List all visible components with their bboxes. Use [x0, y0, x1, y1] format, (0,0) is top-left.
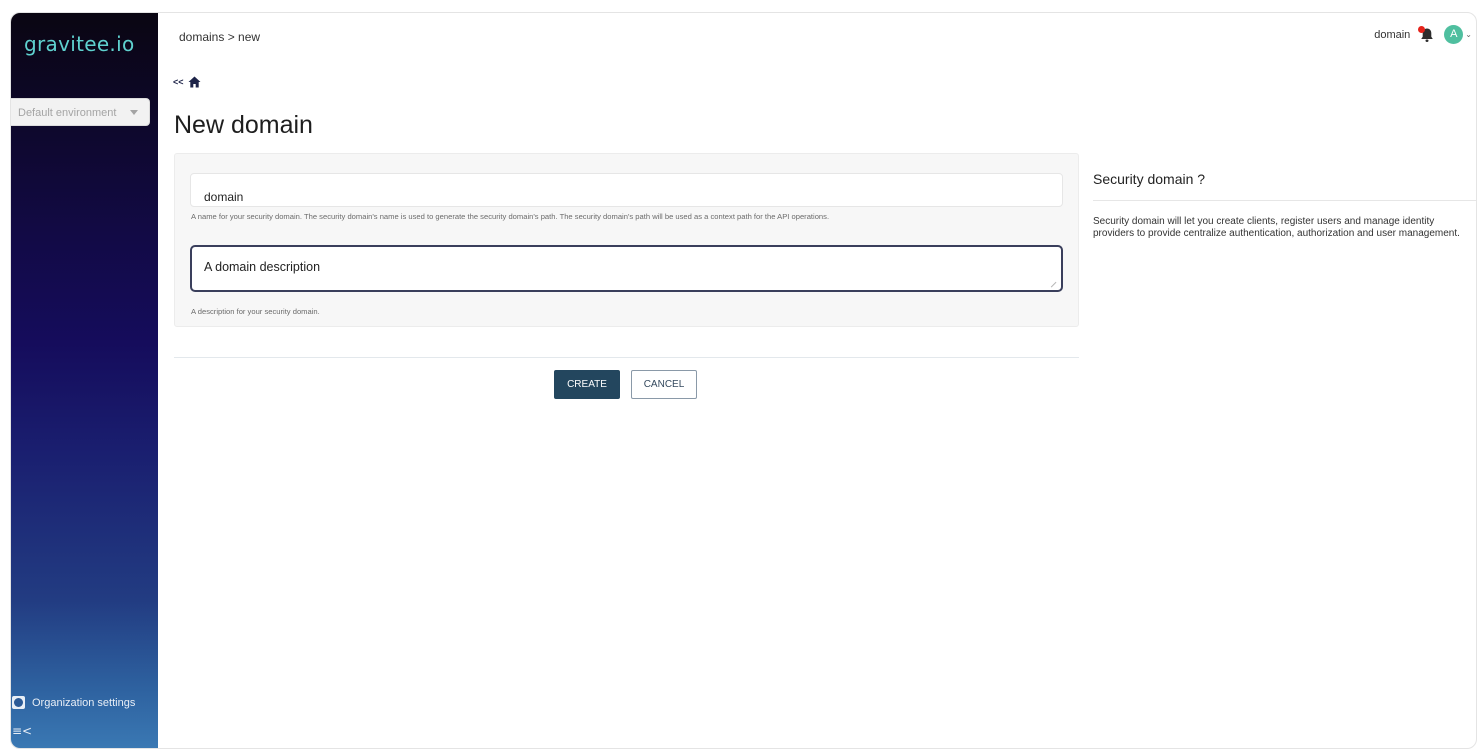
- create-button[interactable]: CREATE: [554, 370, 620, 399]
- sidebar: gravitee.io Default environment Organiza…: [11, 13, 158, 748]
- header-user-area: domain A ⌄: [1374, 25, 1472, 44]
- domain-name-input[interactable]: [190, 173, 1063, 207]
- double-chevron-left-icon: <<: [173, 77, 184, 87]
- caret-down-icon: [130, 110, 138, 115]
- organization-settings-link[interactable]: Organization settings: [12, 696, 135, 709]
- notifications-button[interactable]: [1418, 25, 1434, 43]
- domain-description-value: A domain description: [204, 260, 321, 274]
- environment-select-value: Default environment: [18, 107, 117, 119]
- page-title: New domain: [174, 111, 313, 139]
- organization-settings-label: Organization settings: [32, 696, 136, 709]
- home-icon: [188, 76, 201, 88]
- collapse-menu-icon[interactable]: ≡<: [12, 724, 32, 738]
- domain-form: A name for your security domain. The sec…: [174, 153, 1079, 327]
- app-window: gravitee.io Default environment Organiza…: [10, 12, 1477, 749]
- current-domain-label: domain: [1374, 28, 1411, 41]
- domain-description-input[interactable]: A domain description: [190, 245, 1063, 292]
- settings-gear-icon: [12, 696, 25, 709]
- notification-badge: [1418, 25, 1426, 33]
- logo-text: gravitee: [24, 32, 110, 56]
- logo-suffix: io: [116, 32, 135, 56]
- user-avatar[interactable]: A: [1444, 25, 1464, 44]
- help-title: Security domain ?: [1093, 171, 1206, 187]
- domain-name-hint: A name for your security domain. The sec…: [191, 212, 830, 221]
- chevron-down-icon[interactable]: ⌄: [1465, 30, 1472, 39]
- gravitee-logo[interactable]: gravitee.io: [24, 32, 135, 56]
- form-divider: [174, 357, 1079, 358]
- back-home-link[interactable]: <<: [173, 76, 201, 88]
- domain-description-hint: A description for your security domain.: [191, 307, 320, 316]
- breadcrumb: domains > new: [179, 30, 261, 44]
- cancel-button[interactable]: CANCEL: [631, 370, 697, 399]
- help-divider: [1093, 200, 1476, 201]
- environment-select[interactable]: Default environment: [11, 98, 150, 126]
- resize-handle-icon[interactable]: [1046, 277, 1057, 288]
- help-text: Security domain will let you create clie…: [1093, 216, 1460, 239]
